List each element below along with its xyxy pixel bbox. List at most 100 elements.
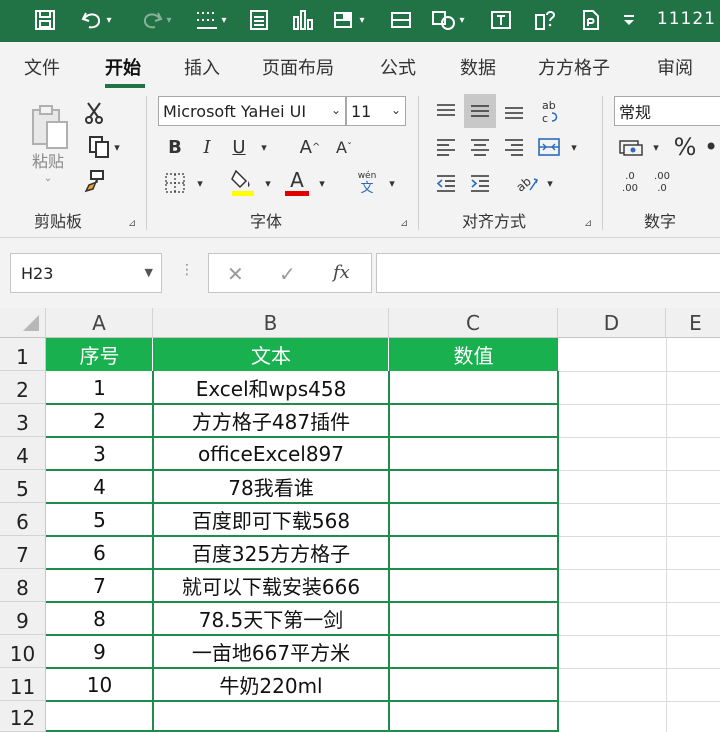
cut-icon[interactable] bbox=[80, 100, 108, 126]
row-header[interactable]: 7 bbox=[0, 536, 46, 569]
shapes-icon[interactable]: ▾ bbox=[422, 6, 474, 34]
enter-icon[interactable]: ✓ bbox=[279, 262, 296, 286]
paste-icon[interactable] bbox=[24, 100, 74, 154]
clipboard-launcher-icon[interactable]: ⊿ bbox=[128, 218, 136, 229]
table-cell[interactable] bbox=[389, 470, 558, 503]
column-header-e[interactable]: E bbox=[666, 308, 720, 338]
table-cell[interactable] bbox=[389, 635, 558, 668]
textbox-icon[interactable] bbox=[484, 6, 518, 34]
tab-data[interactable]: 数据 bbox=[460, 54, 496, 80]
row-header[interactable]: 3 bbox=[0, 404, 46, 437]
underline-button[interactable]: U bbox=[226, 134, 252, 160]
paste-label[interactable]: 粘贴 bbox=[28, 150, 68, 171]
align-left-icon[interactable] bbox=[432, 134, 460, 160]
table-cell[interactable]: 1 bbox=[46, 371, 153, 404]
accounting-format-icon[interactable] bbox=[616, 134, 646, 160]
bold-button[interactable]: B bbox=[162, 134, 188, 160]
name-box[interactable]: H23 ▼ bbox=[10, 253, 162, 293]
row-header[interactable]: 11 bbox=[0, 668, 46, 701]
undo-icon[interactable]: ▾ bbox=[72, 6, 120, 34]
tab-formulas[interactable]: 公式 bbox=[380, 54, 416, 80]
italic-button[interactable]: I bbox=[194, 134, 220, 160]
align-bottom-icon[interactable] bbox=[500, 98, 528, 124]
font-size-select[interactable]: 11 ⌄ bbox=[346, 96, 406, 126]
row-header[interactable]: 6 bbox=[0, 503, 46, 536]
table-cell[interactable]: 3 bbox=[46, 437, 153, 470]
table-cell[interactable] bbox=[46, 701, 153, 732]
redo-icon[interactable]: ▾ bbox=[132, 6, 180, 34]
tab-review[interactable]: 审阅 bbox=[657, 54, 693, 80]
wrap-orientation-icon[interactable]: ab c bbox=[536, 96, 564, 126]
font-launcher-icon[interactable]: ⊿ bbox=[400, 218, 408, 229]
help-icon[interactable] bbox=[528, 6, 562, 34]
copy-icon[interactable]: ▾ bbox=[80, 134, 128, 160]
insert-function-icon[interactable]: fx bbox=[333, 262, 350, 283]
table-cell[interactable]: 方方格子487插件 bbox=[153, 404, 389, 437]
table-cell[interactable]: 7 bbox=[46, 569, 153, 602]
row-header[interactable]: 9 bbox=[0, 602, 46, 635]
orientation-icon[interactable]: ab bbox=[512, 168, 542, 196]
font-color-dropdown-icon[interactable]: ▾ bbox=[314, 170, 330, 196]
increase-indent-icon[interactable] bbox=[466, 170, 494, 196]
table-cell[interactable] bbox=[389, 569, 558, 602]
number-format-select[interactable]: 常规 bbox=[614, 96, 720, 126]
tab-file[interactable]: 文件 bbox=[24, 54, 60, 80]
row-header[interactable]: 10 bbox=[0, 635, 46, 668]
table-format-icon[interactable]: ▾ bbox=[326, 6, 372, 34]
align-center-icon[interactable] bbox=[466, 134, 494, 160]
borders-icon[interactable] bbox=[160, 170, 190, 196]
cell-a1[interactable]: 序号 bbox=[46, 338, 153, 371]
table-cell[interactable] bbox=[389, 503, 558, 536]
underline-dropdown-icon[interactable]: ▾ bbox=[254, 134, 274, 160]
table-cell[interactable]: 百度325方方格子 bbox=[153, 536, 389, 569]
column-header-d[interactable]: D bbox=[558, 308, 666, 338]
table-cell[interactable]: 一亩地667平方米 bbox=[153, 635, 389, 668]
row-header[interactable]: 1 bbox=[0, 338, 46, 371]
column-header-a[interactable]: A bbox=[46, 308, 153, 338]
row-header[interactable]: 12 bbox=[0, 701, 46, 732]
table-cell[interactable] bbox=[389, 371, 558, 404]
column-header-b[interactable]: B bbox=[153, 308, 389, 338]
save-icon[interactable] bbox=[30, 6, 60, 34]
merge-dropdown-icon[interactable]: ▾ bbox=[566, 134, 582, 160]
tab-insert[interactable]: 插入 bbox=[184, 54, 220, 80]
table-cell[interactable] bbox=[153, 701, 389, 732]
screenshot-icon[interactable] bbox=[384, 6, 418, 34]
format-painter-icon[interactable] bbox=[80, 168, 108, 194]
customize-qat-icon[interactable] bbox=[618, 6, 640, 34]
tab-fangfanggezi[interactable]: 方方格子 bbox=[538, 54, 610, 80]
bar-chart-icon[interactable] bbox=[286, 6, 320, 34]
paste-dropdown-icon[interactable]: ⌄ bbox=[40, 170, 56, 186]
row-header[interactable]: 5 bbox=[0, 470, 46, 503]
table-cell[interactable]: 5 bbox=[46, 503, 153, 536]
table-cell[interactable]: 6 bbox=[46, 536, 153, 569]
align-right-icon[interactable] bbox=[500, 134, 528, 160]
table-cell[interactable]: 8 bbox=[46, 602, 153, 635]
table-cell[interactable] bbox=[389, 404, 558, 437]
formula-bar-grip-icon[interactable]: ⋮ bbox=[180, 262, 194, 278]
percent-button[interactable]: % bbox=[670, 132, 700, 162]
table-cell[interactable]: 78.5天下第一剑 bbox=[153, 602, 389, 635]
table-cell[interactable]: 9 bbox=[46, 635, 153, 668]
shrink-font-button[interactable]: Aˇ bbox=[330, 134, 358, 160]
select-all-button[interactable] bbox=[0, 308, 46, 338]
table-cell[interactable] bbox=[389, 701, 558, 732]
form-icon[interactable] bbox=[244, 6, 274, 34]
table-cell[interactable]: officeExcel897 bbox=[153, 437, 389, 470]
tab-home[interactable]: 开始 bbox=[105, 54, 141, 80]
grow-font-button[interactable]: A ^ bbox=[296, 134, 324, 160]
increase-decimal-button[interactable]: .0 .00 bbox=[616, 168, 644, 198]
align-top-icon[interactable] bbox=[432, 98, 460, 124]
table-cell[interactable]: 2 bbox=[46, 404, 153, 437]
table-cell[interactable]: 4 bbox=[46, 470, 153, 503]
document-icon[interactable] bbox=[576, 6, 606, 34]
cell-c1[interactable]: 数值 bbox=[389, 338, 558, 371]
table-cell[interactable]: 78我看谁 bbox=[153, 470, 389, 503]
table-cell[interactable] bbox=[389, 602, 558, 635]
column-header-c[interactable]: C bbox=[389, 308, 558, 338]
fill-color-icon[interactable] bbox=[228, 166, 258, 198]
alignment-launcher-icon[interactable]: ⊿ bbox=[584, 218, 592, 229]
table-cell[interactable]: 10 bbox=[46, 668, 153, 701]
table-cell[interactable]: Excel和wps458 bbox=[153, 371, 389, 404]
align-middle-icon[interactable] bbox=[464, 94, 496, 128]
